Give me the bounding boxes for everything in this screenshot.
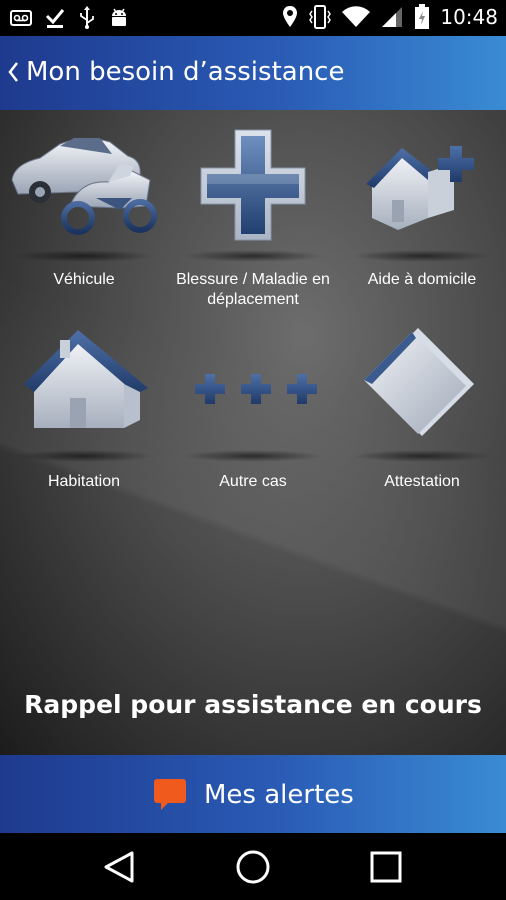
tile-attestation[interactable]: Attestation — [338, 310, 506, 510]
clock: 10:48 — [440, 5, 498, 29]
medical-cross-icon — [200, 129, 306, 241]
three-crosses-icon — [195, 374, 317, 404]
tile-blessure[interactable]: Blessure / Maladie en déplacement — [169, 110, 337, 310]
location-icon — [283, 6, 298, 27]
alerts-label: Mes alertes — [204, 780, 354, 810]
tile-label: Attestation — [384, 473, 460, 490]
download-done-icon — [45, 9, 65, 28]
vibrate-icon — [309, 5, 332, 29]
tile-label: Véhicule — [53, 271, 115, 288]
app-header: Mon besoin d’assistance — [0, 36, 506, 110]
tile-label: Aide à domicile — [367, 271, 477, 288]
documents-icon — [364, 328, 474, 436]
tile-shadow — [183, 250, 323, 262]
house-icon — [24, 330, 148, 428]
page-title[interactable]: Mon besoin d’assistance — [26, 57, 344, 87]
tile-label: Habitation — [47, 473, 121, 490]
tile-shadow — [352, 450, 492, 462]
usb-icon — [80, 6, 94, 29]
tile-autre-cas[interactable]: Autre cas — [169, 310, 337, 510]
assistance-grid: Véhicule Blessure / Maladie en déplaceme… — [0, 110, 506, 755]
chevron-left-icon[interactable] — [6, 60, 20, 84]
home-plus-icon — [366, 146, 474, 230]
voicemail-icon — [10, 10, 32, 26]
system-nav-bar — [0, 833, 506, 900]
home-icon[interactable] — [233, 847, 273, 887]
chat-bubble-icon — [154, 779, 186, 810]
tile-shadow — [183, 450, 323, 462]
battery-icon — [415, 4, 430, 29]
tile-shadow — [14, 450, 154, 462]
tile-shadow — [14, 250, 154, 262]
status-bar: 10:48 — [0, 0, 506, 36]
vehicle-car-motorbike-icon — [11, 138, 157, 235]
tile-aide-domicile[interactable]: Aide à domicile — [338, 110, 506, 310]
tile-label: Blessure / Maladie en déplacement — [176, 271, 330, 308]
back-icon[interactable] — [100, 847, 140, 887]
signal-icon — [382, 7, 403, 27]
tile-vehicule[interactable]: Véhicule — [0, 110, 168, 310]
callback-status-message: Rappel pour assistance en cours — [24, 690, 482, 719]
android-icon — [112, 8, 126, 26]
tile-habitation[interactable]: Habitation — [0, 310, 168, 510]
alerts-button[interactable]: Mes alertes — [0, 755, 506, 833]
tile-shadow — [352, 250, 492, 262]
wifi-icon — [342, 6, 371, 28]
tile-label: Autre cas — [219, 473, 287, 490]
recents-icon[interactable] — [366, 847, 406, 887]
